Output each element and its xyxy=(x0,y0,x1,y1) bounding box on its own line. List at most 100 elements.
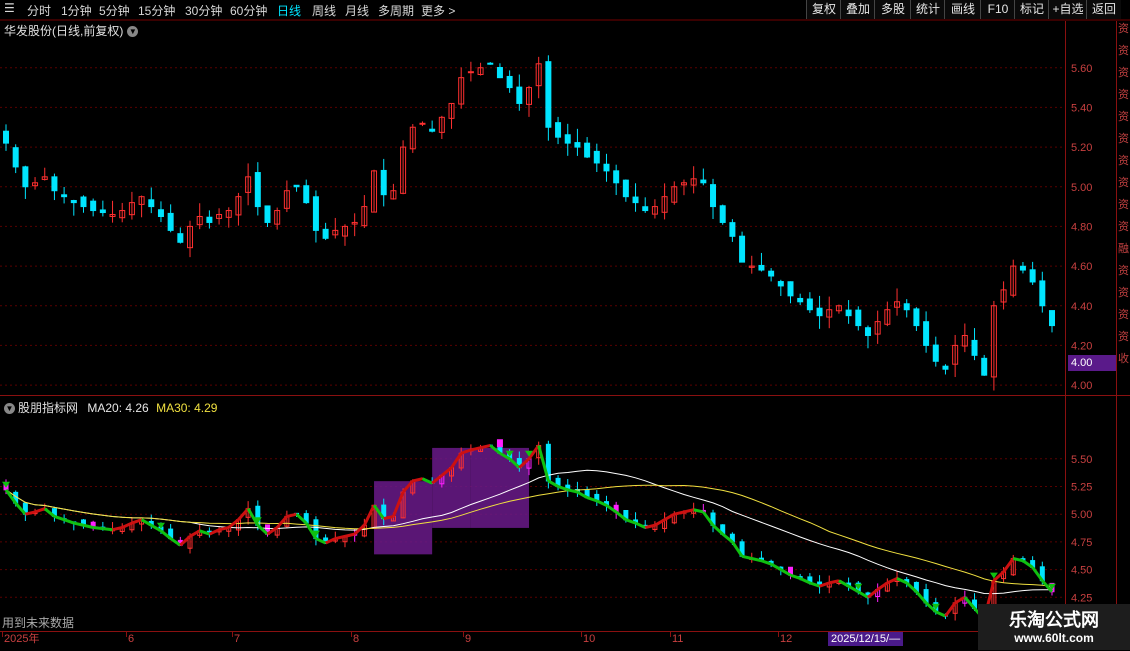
price-tick: 5.60 xyxy=(1071,63,1092,75)
trend-segment xyxy=(935,610,947,618)
indicator-tick: 5.25 xyxy=(1071,481,1092,493)
candle-body xyxy=(555,122,562,138)
side-caption-char: 资 xyxy=(1118,221,1129,233)
candle-body xyxy=(70,200,77,204)
trend-segment xyxy=(480,444,491,450)
date-tick xyxy=(670,632,671,637)
candle-body xyxy=(1029,269,1036,283)
trend-segment xyxy=(634,521,646,529)
signal-marker xyxy=(496,439,503,448)
candle-body xyxy=(322,228,329,239)
indicator-tick: 4.75 xyxy=(1071,537,1092,549)
candle-body xyxy=(177,233,184,243)
candle-body xyxy=(51,176,58,192)
trend-segment xyxy=(683,508,694,514)
date-label: 10 xyxy=(583,633,596,645)
candle-body xyxy=(1049,310,1055,327)
indicator-tick: 4.25 xyxy=(1071,592,1092,604)
candle-body xyxy=(642,206,649,212)
candle-body xyxy=(622,179,629,198)
candle-body xyxy=(613,170,620,184)
side-caption-char: 融 xyxy=(1118,243,1129,255)
side-caption-char: 资 xyxy=(1118,45,1129,57)
candle-body xyxy=(167,212,174,231)
trend-segment xyxy=(92,525,104,531)
trend-segment xyxy=(112,526,123,532)
candle-body xyxy=(739,235,746,263)
side-caption-char: 资 xyxy=(1118,177,1129,189)
candle-body xyxy=(516,86,523,104)
candle-body xyxy=(603,163,610,172)
candle-body xyxy=(293,184,300,188)
date-tick xyxy=(463,632,464,637)
trend-segment xyxy=(886,577,898,585)
side-caption-char: 资 xyxy=(1118,111,1129,123)
candle-body xyxy=(419,122,426,125)
candle-body xyxy=(584,142,591,158)
price-tick: 4.40 xyxy=(1071,301,1092,313)
candle-body xyxy=(787,281,794,297)
candle-body xyxy=(903,303,910,311)
candle-body xyxy=(90,200,97,212)
trend-segment xyxy=(412,477,423,483)
indicator-name: 股朋指标网 xyxy=(18,401,79,415)
date-tick xyxy=(351,632,352,637)
date-label: 8 xyxy=(353,633,360,645)
price-tick: 4.80 xyxy=(1071,221,1092,233)
trend-segment xyxy=(654,518,666,527)
side-caption-char: 资 xyxy=(1118,309,1129,321)
candle-body xyxy=(380,169,387,196)
date-tick xyxy=(126,632,127,637)
candle-body xyxy=(496,67,503,79)
candle-body xyxy=(467,71,474,74)
side-caption-char: 资 xyxy=(1118,265,1129,277)
side-caption-char: 收 xyxy=(1118,353,1129,365)
candle-body xyxy=(254,172,261,208)
kline-chart[interactable]: 5.60 5.40 5.20 5.00 4.80 4.60 4.40 4.20 4.00 5.50… xyxy=(0,0,1130,650)
price-tick: 5.00 xyxy=(1071,182,1092,194)
side-caption-char: 资 xyxy=(1118,199,1129,211)
trend-segment xyxy=(121,521,133,529)
trend-segment xyxy=(218,526,230,532)
candle-body xyxy=(913,308,920,327)
candle-body xyxy=(932,344,939,362)
candle-body xyxy=(3,130,9,144)
date-axis: 2025/12/15/— 2025年 6 7 8 9 10 11 12 xyxy=(0,631,1130,651)
side-caption-char: 资 xyxy=(1118,89,1129,101)
candle-body xyxy=(797,297,804,303)
trend-segment xyxy=(208,528,220,536)
trend-segment xyxy=(741,554,753,560)
trend-segment xyxy=(790,573,801,580)
candle-body xyxy=(99,209,106,214)
candle-body xyxy=(564,134,571,144)
candle-body xyxy=(1039,280,1046,307)
ma30-value: MA30: 4.29 xyxy=(156,401,218,415)
chevron-down-icon[interactable]: ▼ xyxy=(4,403,15,415)
candle-body xyxy=(574,142,581,148)
candle-body xyxy=(506,75,513,89)
indicator-tick: 5.50 xyxy=(1071,454,1092,466)
trend-segment xyxy=(102,527,113,532)
side-caption-char: 资 xyxy=(1118,287,1129,299)
trend-segment xyxy=(944,601,957,618)
date-tick xyxy=(232,632,233,637)
candle-body xyxy=(729,222,736,237)
trend-segment xyxy=(828,579,840,585)
indicator-header[interactable]: ▼ 股朋指标网 MA20: 4.26 MA30: 4.29 xyxy=(4,399,217,416)
candle-body xyxy=(981,357,988,376)
candle-body xyxy=(157,209,164,217)
trend-segment xyxy=(673,510,685,516)
trend-segment xyxy=(34,507,46,514)
trend-segment xyxy=(286,512,297,518)
candle-body xyxy=(61,194,68,198)
trend-segment xyxy=(131,518,143,525)
candle-body xyxy=(758,264,765,271)
side-caption-char: 资 xyxy=(1118,67,1129,79)
candle-body xyxy=(487,62,494,65)
candle-body xyxy=(429,128,436,132)
side-caption: 资资资资资资资资资资融资资资资收 xyxy=(1117,20,1130,380)
candle-body xyxy=(312,196,319,231)
candle-body xyxy=(816,307,823,317)
trend-segment xyxy=(954,595,966,605)
date-cursor: 2025/12/15/— xyxy=(828,632,904,646)
